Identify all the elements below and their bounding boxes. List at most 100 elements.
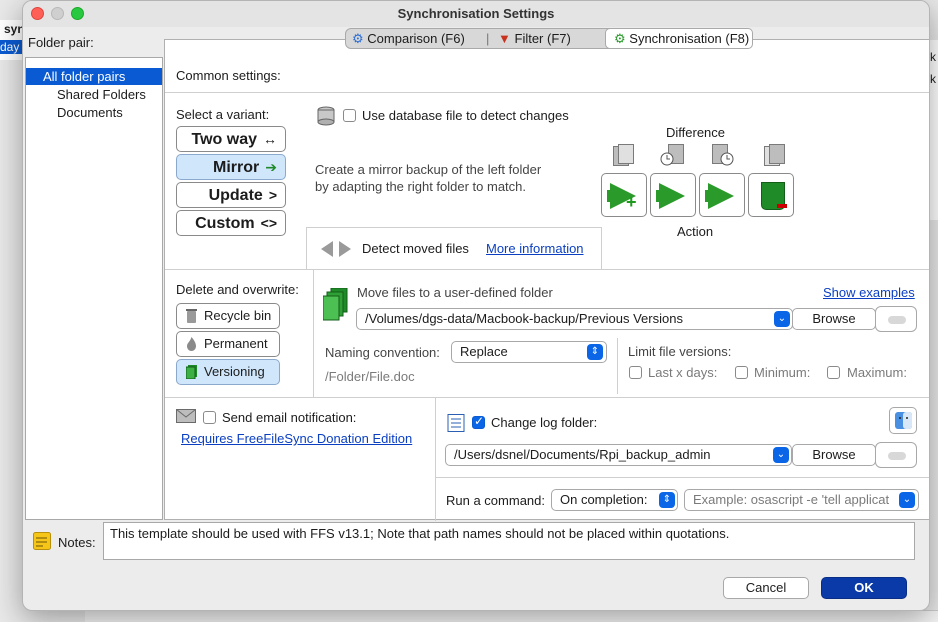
versioning-button[interactable]: Versioning [176,359,280,385]
action-label: Action [677,224,714,239]
plus-icon: + [626,192,637,212]
recycle-bin-icon [186,309,197,323]
run-command-label: Run a command: [446,493,545,508]
minimum-checkbox[interactable] [735,366,748,379]
permanent-button[interactable]: Permanent [176,331,280,357]
tab-filter[interactable]: ▼ Filter (F7) [498,29,571,48]
versioning-folder-icon [322,287,349,322]
divider [313,269,314,397]
naming-example-path: /Folder/File.doc [325,369,415,384]
left-only-file-icon [611,144,635,166]
log-folder-path-combo[interactable]: /Users/dsnel/Documents/Rpi_backup_admin … [445,444,792,466]
divider [165,92,929,93]
folder-pair-item-label: Documents [57,105,123,120]
background-fragment-3: k [930,50,936,64]
email-icon [176,409,196,423]
variant-two-way-label: Two way [191,131,258,148]
move-files-label: Move files to a user-defined folder [357,285,553,300]
notes-text: This template should be used with FFS v1… [110,526,730,541]
last-x-days-label: Last x days: [648,365,718,380]
variant-label: Select a variant: [176,107,270,122]
database-checkbox[interactable] [343,109,356,122]
notes-icon [33,532,51,550]
command-timing-value: On completion: [560,492,648,507]
limit-versions-label: Limit file versions: [628,344,732,359]
folder-pair-item-label: All folder pairs [43,69,126,84]
variant-update-button[interactable]: Update > [176,182,286,208]
change-log-folder-checkbox[interactable] [472,414,485,429]
background-fragment-4: k [930,72,936,86]
chevron-down-icon: ⌄ [773,447,789,463]
log-browse-button[interactable]: Browse [792,444,876,466]
notes-textarea[interactable]: This template should be used with FFS v1… [103,522,915,560]
versioning-label: Versioning [204,364,265,379]
ok-button[interactable]: OK [821,577,907,599]
permanent-label: Permanent [204,336,268,351]
email-notification-checkbox[interactable] [203,411,216,424]
naming-convention-label: Naming convention: [325,345,440,360]
tab-synchronisation[interactable]: ⚙ Synchronisation (F8) [605,28,753,49]
divider [165,397,929,398]
donation-edition-link[interactable]: Requires FreeFileSync Donation Edition [181,431,412,446]
right-only-file-icon [760,144,785,166]
custom-arrow-icon: <> [260,215,277,231]
chevron-down-icon: ⌄ [774,311,790,327]
divider [165,269,929,270]
action-delete-button[interactable] [748,173,794,217]
recycle-bin-button[interactable]: Recycle bin [176,303,280,329]
finder-button[interactable] [889,407,917,434]
settings-tabs: ⚙ Comparison (F6) | ▼ Filter (F7) ⚙ Sync… [345,28,753,49]
last-x-days-checkbox[interactable] [629,366,642,379]
gear-icon: ⚙ [352,31,364,46]
versioning-path-combo[interactable]: /Volumes/dgs-data/Macbook-backup/Previou… [356,308,793,330]
maximum-checkbox[interactable] [827,366,840,379]
folder-pair-list[interactable]: All folder pairs Shared Folders Document… [25,57,163,520]
finder-icon [895,412,912,429]
naming-convention-select[interactable]: Replace ⇕ [451,341,607,363]
updown-chevron-icon: ⇕ [587,344,603,360]
cancel-button[interactable]: Cancel [723,577,809,599]
variant-description-line2: by adapting the right folder to match. [315,179,527,194]
update-arrow-icon: > [268,187,277,203]
delete-overwrite-label: Delete and overwrite: [176,282,299,297]
minus-icon [777,204,787,208]
command-input[interactable]: Example: osascript -e 'tell applicat ⌄ [684,489,919,511]
email-notification-label: Send email notification: [222,410,357,425]
mirror-arrow-icon: ➔ [265,159,277,175]
variant-custom-button[interactable]: Custom <> [176,210,286,236]
updown-chevron-icon: ⇕ [659,492,675,508]
variant-custom-label: Custom [195,215,255,232]
show-examples-link[interactable]: Show examples [823,285,915,300]
common-settings-label: Common settings: [176,68,281,83]
right-newer-file-icon [710,144,734,166]
tab-synchronisation-label: Synchronisation (F8) [629,31,750,46]
window-title: Synchronisation Settings [397,6,555,21]
tab-comparison-label: Comparison (F6) [367,31,465,46]
action-update-right-button[interactable] [699,173,745,217]
command-timing-select[interactable]: On completion: ⇕ [551,489,678,511]
notes-label: Notes: [58,535,96,550]
variant-mirror-button[interactable]: Mirror ➔ [176,154,286,180]
chevron-down-icon: ⌄ [899,492,915,508]
versioning-cloud-button[interactable] [875,306,917,332]
versioning-browse-button[interactable]: Browse [792,308,876,330]
maximum-label: Maximum: [847,365,907,380]
right-arrow-icon [659,183,685,209]
action-update-left-button[interactable] [650,173,696,217]
folder-pair-item-shared[interactable]: Shared Folders [26,86,162,103]
folder-pair-item-documents[interactable]: Documents [26,104,162,121]
right-arrow-icon [708,183,734,209]
folder-pair-item-all[interactable]: All folder pairs [26,68,162,85]
variant-mirror-label: Mirror [213,159,260,176]
tab-comparison[interactable]: ⚙ Comparison (F6) [352,29,465,48]
divider [617,338,618,394]
detect-moved-label: Detect moved files [362,241,469,256]
background-left-strip: syn day [0,20,25,60]
more-information-link[interactable]: More information [486,241,584,256]
background-bottom [85,610,938,622]
log-cloud-button[interactable] [875,442,917,468]
action-create-button[interactable]: + [601,173,647,217]
gear-icon: ⚙ [614,31,626,46]
divider [436,477,929,478]
variant-two-way-button[interactable]: Two way ↔ [176,126,286,152]
